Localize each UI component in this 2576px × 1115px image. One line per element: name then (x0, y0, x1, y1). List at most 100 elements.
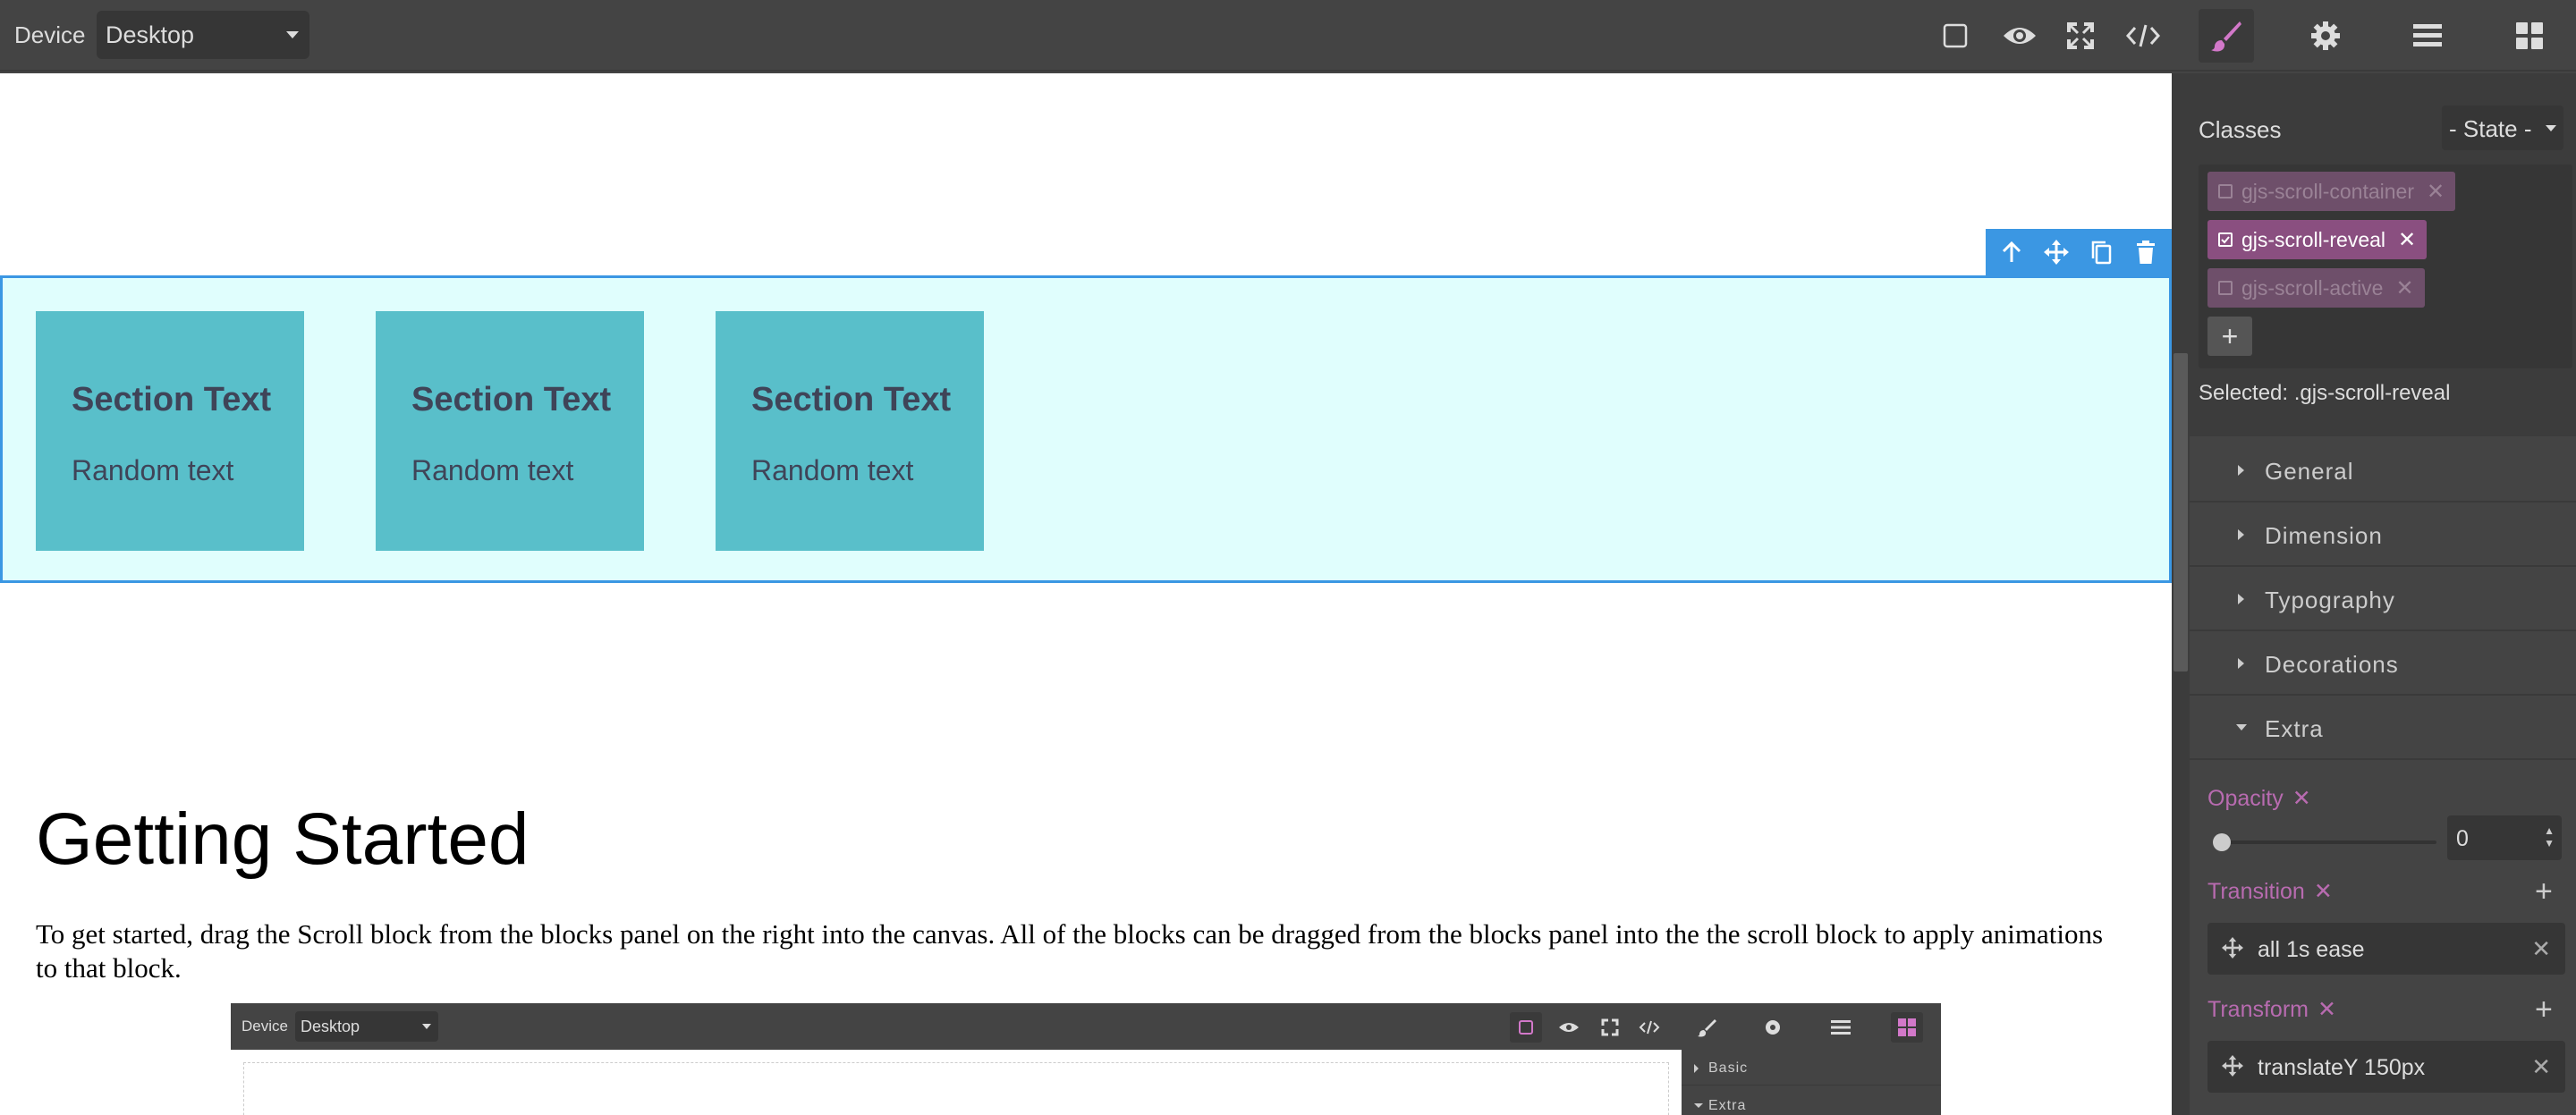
editor-canvas[interactable]: Section Text Random text Section Text Ra… (0, 73, 2172, 1115)
page-heading: Getting Started (36, 798, 530, 880)
stepper-arrows-icon[interactable]: ▲ ▼ (2544, 824, 2555, 849)
clear-property-icon[interactable]: ✕ (2314, 879, 2333, 904)
move-icon[interactable] (2222, 1055, 2243, 1083)
square-outline-icon (1943, 23, 1968, 48)
screenshot-device-select: Desktop (295, 1011, 438, 1042)
class-tag-label: gjs-scroll-container (2241, 179, 2415, 203)
close-icon[interactable]: ✕ (2531, 1053, 2551, 1081)
preview-button[interactable] (1993, 11, 2046, 61)
arrow-up-icon (2002, 241, 2021, 262)
opacity-slider-handle[interactable] (2213, 833, 2231, 851)
device-select[interactable]: Desktop (97, 11, 309, 59)
style-manager-button[interactable] (2199, 9, 2254, 63)
card-title: Section Text (411, 381, 612, 418)
fullscreen-icon (2067, 22, 2094, 49)
opacity-value: 0 (2456, 826, 2469, 851)
class-tag[interactable]: gjs-scroll-container ✕ (2207, 172, 2456, 211)
settings-button[interactable] (2299, 11, 2352, 61)
state-select[interactable]: - State - (2442, 106, 2563, 150)
clear-property-icon[interactable]: ✕ (2318, 997, 2336, 1022)
section-card[interactable]: Section Text Random text (36, 311, 304, 551)
close-icon[interactable]: ✕ (2531, 935, 2551, 963)
transition-layer-value: all 1s ease (2258, 937, 2365, 962)
section-card[interactable]: Section Text Random text (716, 311, 984, 551)
blocks-icon (2516, 22, 2543, 49)
transform-layer[interactable]: translateY 150px ✕ (2207, 1041, 2565, 1093)
transform-layer-value: translateY 150px (2258, 1055, 2426, 1080)
classes-label: Classes (2199, 116, 2282, 143)
class-tag-label: gjs-scroll-active (2241, 275, 2384, 300)
blocks-icon (1891, 1012, 1923, 1043)
screenshot-category-row: Extra (1682, 1087, 1941, 1115)
canvas-scrollbar-thumb[interactable] (2174, 353, 2188, 672)
style-manager-panel: Classes - State - gjs-scroll-container ✕… (2190, 73, 2576, 1115)
add-layer-icon[interactable]: + (2535, 874, 2553, 909)
layer-manager-button[interactable] (2401, 11, 2454, 61)
eye-icon (1553, 1012, 1585, 1043)
transition-layer[interactable]: all 1s ease ✕ (2207, 923, 2565, 975)
checkbox-icon[interactable] (2218, 184, 2233, 199)
trash-icon (2137, 241, 2155, 264)
layers-icon (1825, 1012, 1857, 1043)
clear-property-icon[interactable]: ✕ (2292, 786, 2311, 811)
blocks-button[interactable] (2503, 11, 2556, 61)
export-code-button[interactable] (2116, 11, 2170, 61)
caret-right-icon (2238, 465, 2244, 476)
sector-typography[interactable]: Typography (2190, 567, 2576, 631)
sector-extra[interactable]: Extra (2190, 696, 2576, 760)
device-label: Device (14, 21, 86, 48)
plus-icon: + (2221, 319, 2239, 352)
select-parent-button[interactable] (1992, 232, 2031, 272)
move-icon[interactable] (2222, 937, 2243, 965)
checkbox-icon[interactable] (2218, 281, 2233, 295)
device-select-value: Desktop (106, 21, 195, 48)
section-card[interactable]: Section Text Random text (376, 311, 644, 551)
fullscreen-button[interactable] (2054, 11, 2107, 61)
top-bar: Device Desktop (0, 0, 2576, 72)
checked-checkbox-icon[interactable] (2218, 232, 2233, 247)
delete-button[interactable] (2126, 232, 2165, 272)
card-title: Section Text (751, 381, 952, 418)
sector-label: Decorations (2265, 651, 2399, 678)
page-paragraph: To get started, drag the Scroll block fr… (36, 918, 2104, 984)
close-icon[interactable]: ✕ (2427, 179, 2445, 205)
eye-icon (2004, 28, 2036, 44)
sw-visibility-button[interactable] (1928, 11, 1982, 61)
layers-icon (2413, 24, 2442, 46)
paintbrush-icon (2211, 21, 2241, 52)
transform-label-text: Transform (2207, 997, 2309, 1022)
screenshot-top-bar: Device Desktop (231, 1003, 1941, 1050)
clone-button[interactable] (2081, 232, 2121, 272)
sector-label: Typography (2265, 587, 2395, 613)
class-tag[interactable]: gjs-scroll-reveal ✕ (2207, 220, 2428, 259)
card-text: Random text (751, 454, 914, 486)
selected-class-text: Selected: .gjs-scroll-reveal (2199, 381, 2451, 405)
class-tag[interactable]: gjs-scroll-active ✕ (2207, 268, 2425, 308)
scroll-reveal-section[interactable]: Section Text Random text Section Text Ra… (0, 275, 2172, 583)
screenshot-device-value: Desktop (301, 1018, 360, 1035)
close-icon[interactable]: ✕ (2398, 227, 2416, 253)
add-class-button[interactable]: + (2207, 317, 2252, 356)
copy-icon (2091, 241, 2112, 265)
gear-icon (2311, 21, 2340, 50)
transform-label: Transform ✕ (2207, 996, 2336, 1023)
caret-right-icon (2238, 529, 2244, 540)
transition-label: Transition ✕ (2207, 878, 2333, 905)
fullscreen-icon (1594, 1012, 1626, 1043)
sector-general[interactable]: General (2190, 438, 2576, 503)
classes-area: Classes - State - gjs-scroll-container ✕… (2190, 73, 2576, 436)
screenshot-canvas (243, 1062, 1669, 1115)
opacity-input[interactable]: 0 ▲ ▼ (2447, 815, 2562, 860)
code-icon (1633, 1012, 1665, 1043)
component-toolbar (1986, 229, 2172, 275)
sector-dimension[interactable]: Dimension (2190, 503, 2576, 567)
close-icon[interactable]: ✕ (2395, 275, 2413, 301)
sector-label: Dimension (2265, 522, 2383, 549)
screenshot-device-label: Device (242, 1018, 288, 1035)
opacity-slider-track[interactable] (2213, 840, 2436, 844)
move-button[interactable] (2037, 232, 2076, 272)
add-layer-icon[interactable]: + (2535, 993, 2553, 1027)
card-title: Section Text (72, 381, 272, 418)
opacity-label: Opacity ✕ (2207, 785, 2311, 812)
sector-decorations[interactable]: Decorations (2190, 631, 2576, 696)
